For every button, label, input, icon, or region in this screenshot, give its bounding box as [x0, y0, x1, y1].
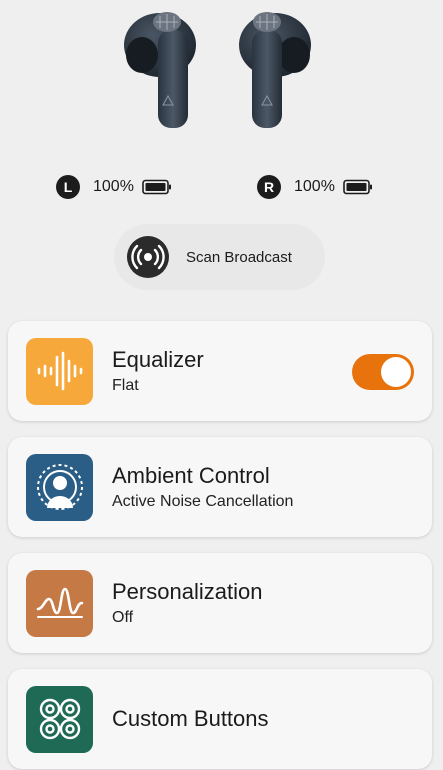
personalization-tile	[26, 569, 93, 637]
scan-broadcast-button[interactable]: Scan Broadcast	[114, 224, 325, 290]
left-side-badge: L	[56, 175, 80, 199]
ambient-control-card[interactable]: Ambient Control Active Noise Cancellatio…	[8, 437, 432, 537]
ambient-control-title: Ambient Control	[112, 462, 270, 488]
equalizer-tile	[26, 337, 93, 405]
left-battery: L 100%	[56, 172, 172, 202]
battery-icon	[142, 179, 171, 195]
battery-icon	[343, 179, 372, 195]
custom-buttons-tile	[26, 685, 93, 753]
ambient-control-tile	[26, 453, 93, 521]
equalizer-title: Equalizer	[112, 346, 204, 372]
personalization-title: Personalization	[112, 578, 263, 604]
battery-row: L 100% R 100%	[0, 172, 443, 202]
broadcast-icon	[127, 236, 169, 278]
equalizer-toggle[interactable]	[352, 354, 414, 390]
personalization-wave-icon	[36, 587, 83, 618]
custom-buttons-title: Custom Buttons	[112, 706, 269, 731]
right-battery-percent: 100%	[294, 178, 335, 195]
earbuds-image	[124, 12, 311, 128]
personalization-card[interactable]: Personalization Off	[8, 553, 432, 653]
equalizer-card[interactable]: Equalizer Flat	[8, 321, 432, 421]
custom-buttons-card[interactable]: Custom Buttons	[8, 669, 432, 769]
right-battery: R 100%	[257, 172, 373, 202]
custom-buttons-icon	[39, 698, 80, 740]
left-battery-percent: 100%	[93, 178, 134, 195]
ambient-control-subtitle: Active Noise Cancellation	[112, 492, 294, 510]
waveform-icon	[37, 351, 82, 391]
right-side-badge: R	[257, 175, 281, 199]
equalizer-subtitle: Flat	[112, 376, 139, 394]
ambient-person-icon	[36, 464, 83, 510]
toggle-knob	[381, 357, 411, 387]
right-earbud	[239, 12, 311, 128]
personalization-subtitle: Off	[112, 608, 134, 626]
scan-broadcast-label: Scan Broadcast	[186, 248, 292, 266]
left-earbud	[124, 12, 196, 128]
